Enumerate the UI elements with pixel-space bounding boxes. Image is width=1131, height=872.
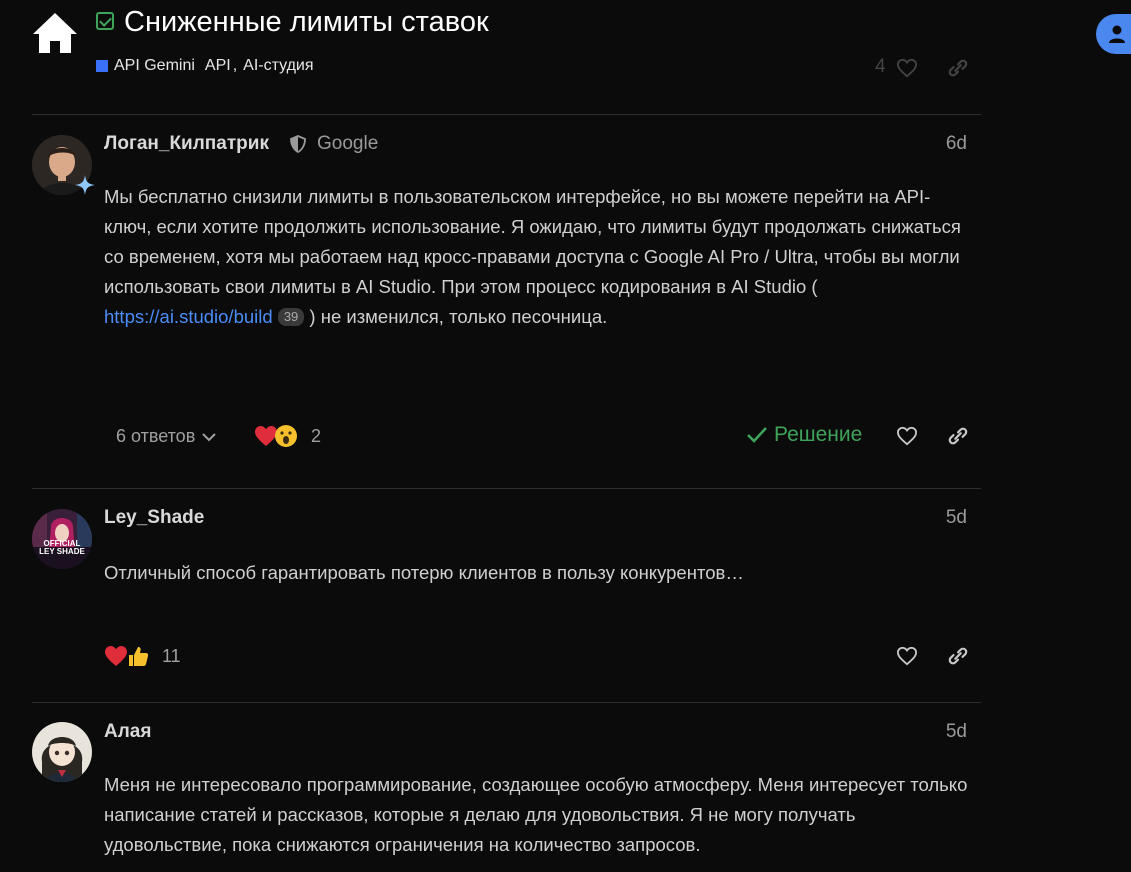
share-link-button[interactable] [947, 646, 969, 666]
category-color-icon [96, 60, 108, 72]
shield-icon [290, 135, 306, 158]
solved-check-icon [96, 12, 114, 30]
post-actions: 11 [104, 642, 974, 672]
avatar-text: OFFICIAL LEY SHADE [39, 540, 85, 556]
tag-separator: , [232, 57, 238, 74]
post-body: Меня не интересовало программирование, с… [104, 774, 968, 855]
link-click-count: 39 [277, 308, 305, 326]
like-button[interactable] [896, 426, 918, 446]
post: Логан_Килпатрик Google 6d Мы бесплатно с… [0, 115, 982, 488]
replies-count: 6 ответов [116, 426, 196, 446]
link-icon [948, 427, 968, 445]
thumbs-up-icon [129, 647, 149, 666]
heart-reaction-icon [105, 646, 127, 666]
reactions-button[interactable]: 2 [254, 424, 321, 448]
tag-link[interactable]: AI-студия [243, 57, 313, 75]
replies-toggle-button[interactable]: 6 ответов [116, 426, 217, 447]
avatar[interactable] [32, 722, 92, 782]
home-icon[interactable] [30, 10, 80, 56]
post: Алая 5d Меня не интересовало программиро… [0, 703, 982, 872]
user-menu-button[interactable] [1096, 14, 1131, 54]
post-link[interactable]: https://ai.studio/build [104, 306, 273, 327]
username[interactable]: Алая [104, 721, 151, 743]
faded-heart-icon[interactable] [896, 58, 918, 84]
surprised-face-icon [275, 425, 297, 447]
category-link[interactable]: API Gemini [114, 57, 195, 75]
checkmark-icon [747, 427, 767, 443]
post-date[interactable]: 5d [946, 507, 967, 529]
sparkle-badge-icon [75, 175, 95, 200]
faded-link-icon[interactable] [947, 58, 969, 84]
reactions-count: 11 [162, 645, 181, 666]
category-list: API Gemini API , AI-студия [96, 57, 320, 75]
chevron-down-icon [202, 432, 216, 441]
like-button[interactable] [896, 646, 918, 666]
post: OFFICIAL LEY SHADE Ley_Shade 5d Отличный… [0, 489, 982, 702]
user-icon [1109, 25, 1125, 43]
post-body: Мы бесплатно снизили лимиты в пользовате… [104, 182, 974, 332]
post-date[interactable]: 6d [946, 133, 967, 155]
page-title[interactable]: Сниженные лимиты ставок [124, 6, 489, 39]
post-text: ) не изменился, только песочница. [304, 306, 608, 327]
link-icon [948, 647, 968, 665]
post-text: Мы бесплатно снизили лимиты в пользовате… [104, 186, 961, 297]
reactions-button[interactable]: 11 [104, 644, 181, 668]
heart-icon [896, 426, 918, 446]
original-post-like-count: 4 [875, 56, 886, 77]
solution-label: Решение [774, 423, 863, 446]
topic-header: Сниженные лимиты ставок API Gemini API ,… [0, 0, 1131, 100]
tag-link[interactable]: API [205, 57, 231, 75]
post-actions: 6 ответов 2 Решение [104, 422, 974, 452]
share-link-button[interactable] [947, 426, 969, 446]
user-group-badge[interactable]: Google [317, 133, 378, 155]
solution-button[interactable]: Решение [746, 423, 862, 447]
username[interactable]: Логан_Килпатрик [104, 133, 269, 155]
username[interactable]: Ley_Shade [104, 507, 204, 529]
avatar[interactable]: OFFICIAL LEY SHADE [32, 509, 92, 569]
post-body: Отличный способ гарантировать потерю кли… [104, 562, 744, 583]
heart-icon [896, 646, 918, 666]
reactions-count: 2 [311, 425, 322, 446]
post-date[interactable]: 5d [946, 721, 967, 743]
